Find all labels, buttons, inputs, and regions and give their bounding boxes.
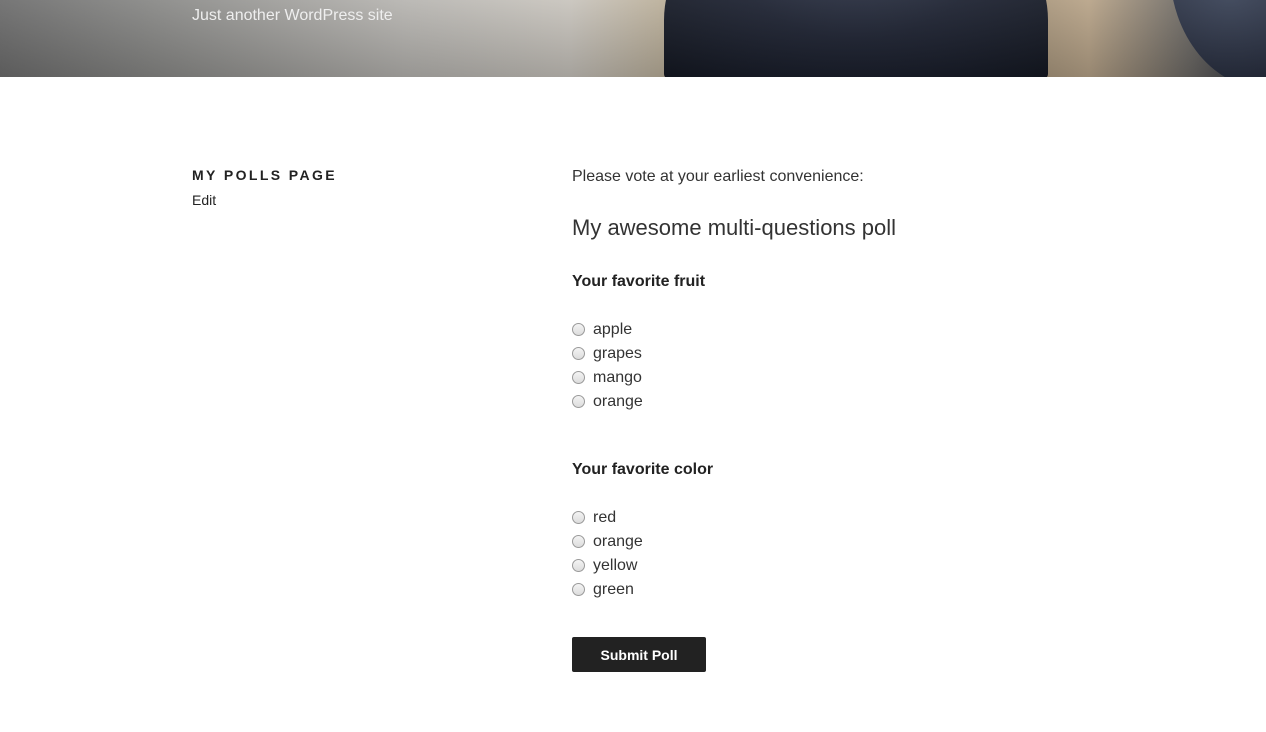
option-label: grapes [593,345,642,362]
radio-button[interactable] [572,582,585,596]
option-red[interactable]: red [572,506,643,530]
radio-button[interactable] [572,394,585,408]
option-grapes[interactable]: grapes [572,342,643,366]
radio-button[interactable] [572,534,585,548]
option-label: red [593,509,617,526]
site-description: Just another WordPress site [192,7,393,24]
option-apple[interactable]: apple [572,318,643,342]
poll-title: My awesome multi-questions poll [572,215,897,240]
option-label: mango [593,369,642,386]
option-label: orange [593,533,643,550]
option-list-fruit: apple grapes mango orange [572,318,643,414]
radio-button[interactable] [572,346,585,360]
question-label-color: Your favorite color [572,461,714,478]
option-label: apple [593,321,633,338]
question-label-fruit: Your favorite fruit [572,273,706,290]
option-label: green [593,581,634,598]
option-green[interactable]: green [572,578,643,602]
intro-text: Please vote at your earliest convenience… [572,168,864,185]
radio-button[interactable] [572,510,585,524]
option-label: yellow [593,557,638,574]
radio-button[interactable] [572,558,585,572]
poll-content: Please vote at your earliest convenience… [572,167,1092,672]
option-yellow[interactable]: yellow [572,554,643,578]
option-list-color: red orange yellow green [572,506,643,602]
submit-poll-button[interactable]: Submit Poll [572,637,706,672]
edit-link[interactable]: Edit [192,192,216,208]
option-label: orange [593,393,643,410]
radio-button[interactable] [572,322,585,336]
radio-button[interactable] [572,370,585,384]
header-banner: Just another WordPress site [0,0,1266,77]
page-title: MY POLLS PAGE [192,167,338,183]
option-orange-color[interactable]: orange [572,530,643,554]
option-mango[interactable]: mango [572,366,643,390]
option-orange[interactable]: orange [572,390,643,414]
